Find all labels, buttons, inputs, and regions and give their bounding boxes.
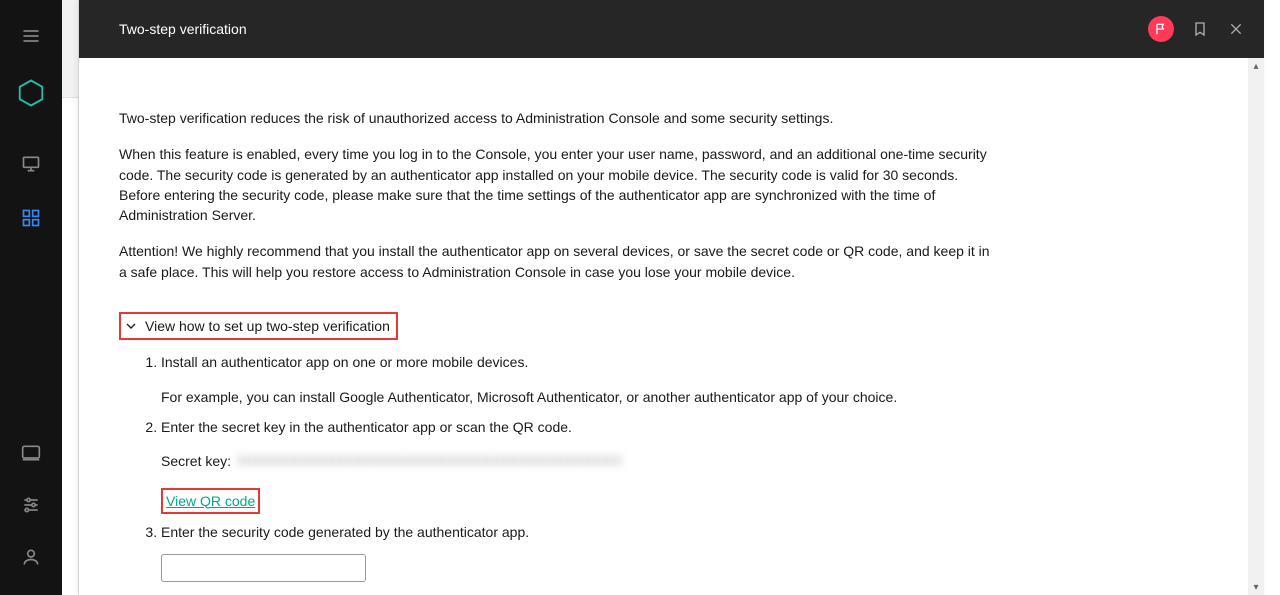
view-qr-link[interactable]: View QR code xyxy=(161,488,260,514)
step-1-text: Install an authenticator app on one or m… xyxy=(161,354,528,370)
chevron-down-icon xyxy=(123,318,139,334)
step-2-text: Enter the secret key in the authenticato… xyxy=(161,419,572,435)
expand-label: View how to set up two-step verification xyxy=(145,316,390,336)
bookmark-icon[interactable] xyxy=(1190,19,1210,39)
secret-key-value: XXXXXXXXXXXXXXXXXXXXXXXXXXXXXXXXXXXXXXXX… xyxy=(237,452,622,471)
panel-body: Two-step verification reduces the risk o… xyxy=(79,58,1264,595)
intro-para-2: When this feature is enabled, every time… xyxy=(119,144,999,225)
close-icon[interactable] xyxy=(1226,19,1246,39)
security-code-input[interactable] xyxy=(161,554,366,582)
user-icon[interactable] xyxy=(19,545,43,569)
app-sidebar xyxy=(0,0,62,595)
underlying-page-strip xyxy=(62,0,79,595)
panel-header: Two-step verification xyxy=(79,0,1264,58)
page-title: Two-step verification xyxy=(119,21,247,37)
intro-para-1: Two-step verification reduces the risk o… xyxy=(119,108,999,128)
steps-list: Install an authenticator app on one or m… xyxy=(119,352,1039,595)
sliders-icon[interactable] xyxy=(19,493,43,517)
intro-para-3: Attention! We highly recommend that you … xyxy=(119,241,999,282)
step-3-text: Enter the security code generated by the… xyxy=(161,524,529,540)
scroll-up-icon[interactable]: ▴ xyxy=(1248,58,1264,74)
device-icon[interactable] xyxy=(19,441,43,465)
step-1-sub: For example, you can install Google Auth… xyxy=(161,387,1039,407)
menu-icon[interactable] xyxy=(19,24,43,48)
two-step-panel: Two-step verification Two-step verificat… xyxy=(79,0,1264,595)
flag-icon[interactable] xyxy=(1148,16,1174,42)
logo-icon xyxy=(16,78,46,108)
step-2: Enter the secret key in the authenticato… xyxy=(161,417,1039,518)
step-1: Install an authenticator app on one or m… xyxy=(161,352,1039,407)
monitor-icon[interactable] xyxy=(19,152,43,176)
scrollbar[interactable]: ▴ ▾ xyxy=(1248,58,1264,595)
secret-key-label: Secret key: xyxy=(161,451,231,471)
scroll-down-icon[interactable]: ▾ xyxy=(1248,579,1264,595)
step-3: Enter the security code generated by the… xyxy=(161,522,1039,595)
expand-how-to[interactable]: View how to set up two-step verification xyxy=(119,312,398,340)
apps-icon[interactable] xyxy=(19,206,43,230)
